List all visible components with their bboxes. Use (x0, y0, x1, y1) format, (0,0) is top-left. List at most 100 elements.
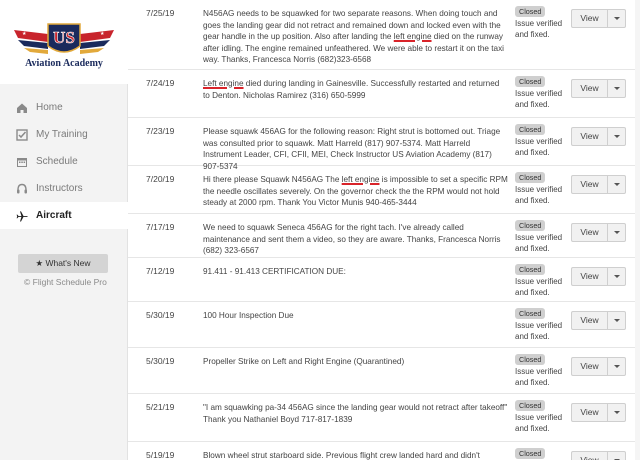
squawk-row: 5/30/19 Propeller Strike on Left and Righ… (128, 348, 640, 394)
sidebar-item-my-training[interactable]: My Training (0, 121, 128, 148)
squawk-date: 7/23/19 (146, 126, 175, 136)
description-text: 91.411 - 91.413 CERTIFICATION DUE: (203, 267, 346, 276)
dropdown-toggle[interactable] (607, 357, 626, 376)
status-badge: Closed (515, 220, 546, 231)
squawk-status: ClosedIssue verified and fixed. (515, 448, 567, 460)
squawk-status: ClosedIssue verified and fixed. (515, 76, 567, 110)
status-note: Issue verified and fixed. (515, 233, 563, 253)
sidebar: ★ ★ US Aviation Academy Home My Training (0, 0, 128, 460)
svg-text:★: ★ (100, 31, 105, 37)
caret-down-icon (613, 17, 620, 20)
headset-icon (16, 183, 28, 195)
squawk-description: "I am squawking pa-34 456AG since the la… (203, 402, 508, 425)
view-button-group: View (571, 311, 626, 330)
view-button[interactable]: View (571, 403, 607, 422)
scrollbar[interactable] (635, 0, 640, 460)
view-button[interactable]: View (571, 357, 607, 376)
squawk-row: 7/23/19 Please squawk 456AG for the follo… (128, 118, 640, 171)
status-note: Issue verified and fixed. (515, 413, 563, 433)
caret-down-icon (613, 183, 620, 186)
status-note: Issue verified and fixed. (515, 185, 563, 205)
description-text: Hi there please Squawk N456AG The (203, 175, 342, 184)
whats-new-button[interactable]: ★ What's New (18, 254, 108, 273)
caret-down-icon (613, 275, 620, 278)
dropdown-toggle[interactable] (607, 9, 626, 28)
view-button[interactable]: View (571, 267, 607, 286)
sidebar-item-home[interactable]: Home (0, 94, 128, 121)
squawk-description: 91.411 - 91.413 CERTIFICATION DUE: (203, 266, 508, 278)
dropdown-toggle[interactable] (607, 311, 626, 330)
status-note: Issue verified and fixed. (515, 19, 563, 39)
squawk-description: We need to squawk Seneca 456AG for the r… (203, 222, 508, 257)
squawk-row: 7/17/19 We need to squawk Seneca 456AG fo… (128, 214, 640, 258)
sidebar-item-label: Instructors (36, 183, 83, 194)
us-aviation-academy-logo-mark: ★ ★ US (14, 23, 114, 54)
status-note: Issue verified and fixed. (515, 89, 563, 109)
view-button[interactable]: View (571, 9, 607, 28)
view-button[interactable]: View (571, 79, 607, 98)
description-text: We need to squawk Seneca 456AG for the r… (203, 223, 501, 255)
home-icon (16, 102, 28, 114)
sidebar-item-label: Schedule (36, 156, 78, 167)
academy-name: Aviation Academy (25, 58, 103, 69)
academy-logo[interactable]: ★ ★ US Aviation Academy (0, 0, 128, 84)
dropdown-toggle[interactable] (607, 403, 626, 422)
status-badge: Closed (515, 354, 546, 365)
view-button-group: View (571, 357, 626, 376)
dropdown-toggle[interactable] (607, 267, 626, 286)
sidebar-item-label: Aircraft (36, 210, 72, 221)
dropdown-toggle[interactable] (607, 175, 626, 194)
squawk-status: Closed Issue verified and fixed. (515, 308, 567, 342)
squawk-description: 100 Hour Inspection Due (203, 310, 508, 322)
status-note: Issue verified and fixed. (515, 367, 563, 387)
status-note: Issue verified and fixed. (515, 137, 563, 157)
squawk-row: 7/20/19 Hi there please Squawk N456AG The… (128, 166, 640, 214)
view-button[interactable]: View (571, 223, 607, 242)
squawk-list: 7/25/19 N456AG needs to be squawked for t… (128, 0, 640, 460)
squawk-status: Closed Issue verified and fixed. (515, 400, 567, 434)
copyright-text: © Flight Schedule Pro (24, 277, 107, 287)
airplane-icon (16, 210, 28, 222)
squawk-status: Closed Issue verified and fixed. (515, 220, 567, 254)
squawk-status: ClosedIssue verified and fixed. (515, 264, 567, 298)
view-button-group: View (571, 403, 626, 422)
view-button[interactable]: View (571, 175, 607, 194)
dropdown-toggle[interactable] (607, 79, 626, 98)
squawk-description: Left engine died during landing in Gaine… (203, 78, 508, 101)
squawk-description: Propeller Strike on Left and Right Engin… (203, 356, 508, 368)
squawk-date: 7/25/19 (146, 8, 175, 18)
caret-down-icon (613, 135, 620, 138)
squawk-date: 7/24/19 (146, 78, 175, 88)
status-badge: Closed (515, 124, 546, 135)
squawk-row: 7/12/19 91.411 - 91.413 CERTIFICATION DUE… (128, 258, 640, 302)
squawk-date: 7/20/19 (146, 174, 175, 184)
view-button-group: View (571, 451, 626, 460)
squawk-description: Blown wheel strut starboard side. Previo… (203, 450, 508, 460)
sidebar-item-schedule[interactable]: Schedule (0, 148, 128, 175)
squawk-row: 5/30/19 100 Hour Inspection Due Closed Issu… (128, 302, 640, 348)
squawk-row: 7/25/19 N456AG needs to be squawked for t… (128, 0, 640, 70)
squawk-status: ClosedIssue verified and fixed. (515, 172, 567, 206)
dropdown-toggle[interactable] (607, 223, 626, 242)
dropdown-toggle[interactable] (607, 451, 626, 460)
status-badge: Closed (515, 308, 546, 319)
view-button[interactable]: View (571, 127, 607, 146)
status-badge: Closed (515, 400, 546, 411)
squawk-row: 5/19/19 Blown wheel strut starboard side.… (128, 442, 640, 460)
sidebar-item-aircraft[interactable]: Aircraft (0, 202, 128, 229)
dropdown-toggle[interactable] (607, 127, 626, 146)
description-text: Propeller Strike on Left and Right Engin… (203, 357, 405, 366)
caret-down-icon (613, 411, 620, 414)
squawk-date: 5/19/19 (146, 450, 175, 460)
status-note: Issue verified and fixed. (515, 321, 563, 341)
squawk-row: 7/24/19 Left engine died during landing i… (128, 70, 640, 118)
view-button[interactable]: View (571, 311, 607, 330)
description-text: "I am squawking pa-34 456AG since the la… (203, 403, 508, 424)
sidebar-nav: Home My Training Schedule Instructors Ai… (0, 94, 128, 229)
caret-down-icon (613, 87, 620, 90)
squawk-date: 5/21/19 (146, 402, 175, 412)
sidebar-item-instructors[interactable]: Instructors (0, 175, 128, 202)
view-button[interactable]: View (571, 451, 607, 460)
squawk-description: N456AG needs to be squawked for two sepa… (203, 8, 508, 66)
description-text: died during landing in Gainesville. Succ… (203, 79, 500, 100)
